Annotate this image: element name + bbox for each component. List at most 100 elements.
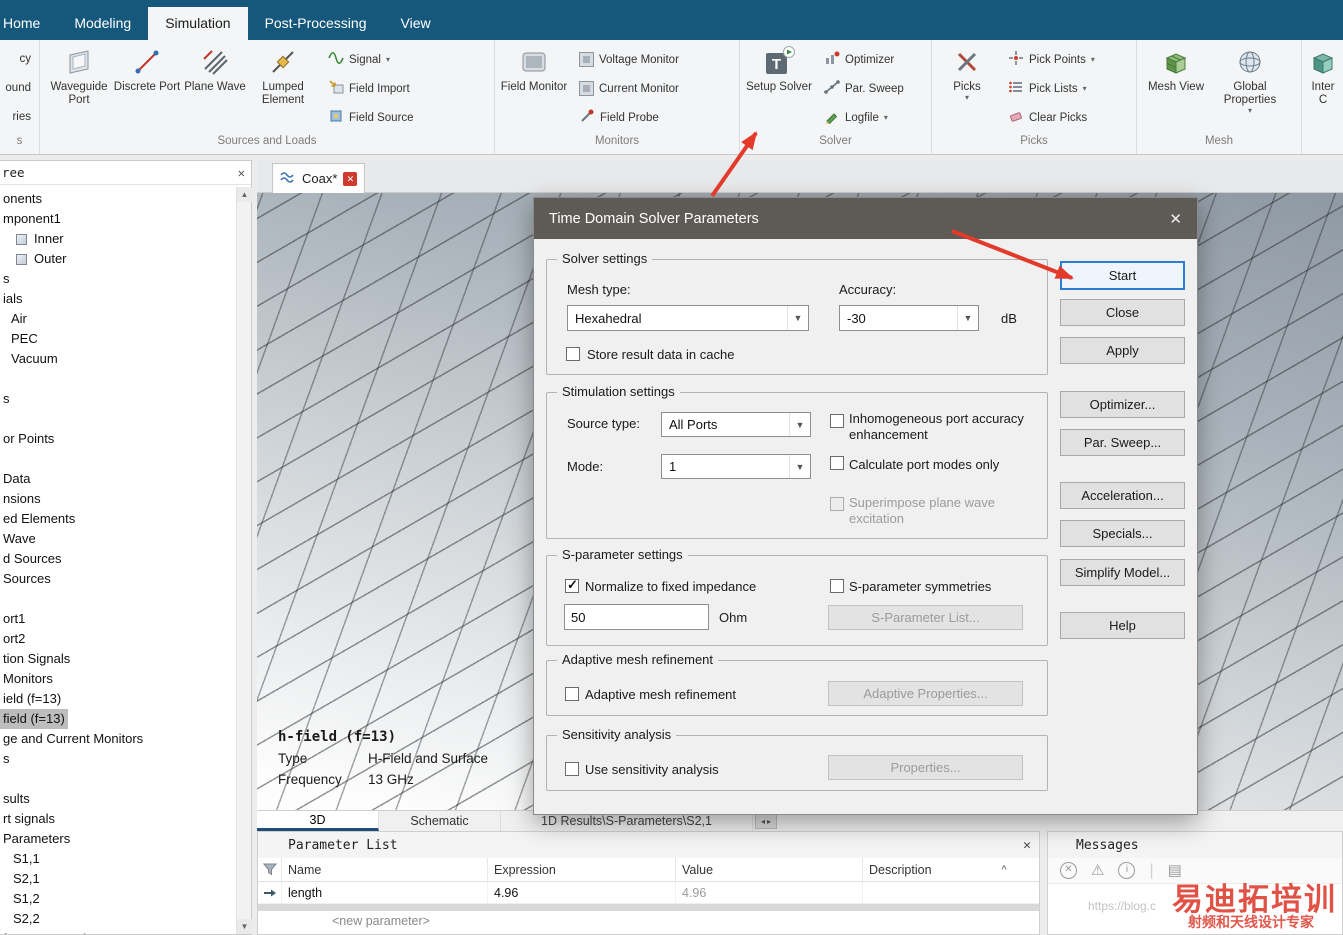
view-tab-3d[interactable]: 3D <box>257 811 379 831</box>
tab-scroll-button[interactable]: ◂ ▸ <box>755 813 777 829</box>
specials-button[interactable]: Specials... <box>1060 520 1185 547</box>
tree-scrollbar[interactable]: ▲ ▼ <box>236 187 252 934</box>
clipped-right-button[interactable]: Inter C <box>1307 42 1339 107</box>
tree-item[interactable]: ge and Current Monitors <box>0 729 236 749</box>
optimizer-button[interactable]: Optimizer <box>819 45 909 74</box>
tree-item[interactable]: ort1 <box>0 609 236 629</box>
tree-item[interactable]: mponent1 <box>0 209 236 229</box>
tree-item[interactable]: sults <box>0 789 236 809</box>
scroll-down-icon[interactable]: ▼ <box>237 919 252 934</box>
tab-modeling[interactable]: Modeling <box>57 7 148 40</box>
adaptive-mesh-checkbox[interactable] <box>565 687 579 701</box>
tree-item[interactable]: tion Signals <box>0 649 236 669</box>
column-header-expression[interactable]: Expression <box>488 858 676 881</box>
tree-item[interactable]: onents <box>0 189 236 209</box>
tab-home[interactable]: Home <box>0 7 57 40</box>
tree-item[interactable]: Monitors <box>0 669 236 689</box>
source-type-select[interactable]: All Ports ▼ <box>661 412 811 437</box>
clipped-boundaries-button[interactable]: ries <box>12 103 34 132</box>
lumped-element-button[interactable]: Lumped Element <box>249 42 317 107</box>
tree-item[interactable]: Data <box>0 469 236 489</box>
mesh-view-button[interactable]: Mesh View <box>1142 42 1210 94</box>
scroll-up-icon[interactable]: ▲ <box>237 187 252 202</box>
sparameter-symmetries-checkbox[interactable] <box>830 579 844 593</box>
accuracy-select[interactable]: -30 ▼ <box>839 305 979 331</box>
calculate-port-modes-label[interactable]: Calculate port modes only <box>849 457 999 472</box>
logfile-button[interactable]: Logfile ▾ <box>819 103 909 132</box>
plane-wave-button[interactable]: Plane Wave <box>181 42 249 94</box>
document-tab-coax[interactable]: Coax* ✕ <box>272 163 366 193</box>
column-header-name[interactable]: Name <box>282 858 488 881</box>
help-button[interactable]: Help <box>1060 612 1185 639</box>
inhomogeneous-checkbox[interactable] <box>830 414 844 428</box>
tab-simulation[interactable]: Simulation <box>148 7 248 40</box>
tab-view[interactable]: View <box>384 7 448 40</box>
voltage-monitor-button[interactable]: Voltage Monitor <box>574 45 684 74</box>
discrete-port-button[interactable]: Discrete Port <box>113 42 181 94</box>
adaptive-mesh-label[interactable]: Adaptive mesh refinement <box>585 687 736 702</box>
field-source-button[interactable]: Field Source <box>323 103 419 132</box>
normalize-impedance-checkbox[interactable] <box>565 577 579 593</box>
tree-item[interactable]: Inner <box>0 229 236 249</box>
optimizer-button-dialog[interactable]: Optimizer... <box>1060 391 1185 418</box>
tree-item[interactable]: S1,2 <box>0 889 236 909</box>
tree-item[interactable]: field (f=13) <box>0 709 236 729</box>
new-parameter-row[interactable]: <new parameter> <box>258 911 1039 931</box>
warning-icon[interactable]: ⚠ <box>1091 862 1104 879</box>
filter-icon[interactable] <box>258 858 282 881</box>
clear-picks-button[interactable]: Clear Picks <box>1003 103 1100 132</box>
store-cache-label[interactable]: Store result data in cache <box>587 347 734 362</box>
sensitivity-label[interactable]: Use sensitivity analysis <box>585 762 719 777</box>
tree-item[interactable]: Vacuum <box>0 349 236 369</box>
field-probe-button[interactable]: Field Probe <box>574 103 684 132</box>
pick-lists-button[interactable]: Pick Lists ▾ <box>1003 74 1100 103</box>
clipped-frequency-button[interactable]: cy <box>20 45 35 74</box>
store-cache-checkbox[interactable] <box>566 347 580 361</box>
tree-item[interactable]: S1,1 <box>0 849 236 869</box>
close-icon[interactable]: ✕ <box>238 166 245 180</box>
calculate-port-modes-checkbox[interactable] <box>830 456 844 470</box>
tree-item[interactable]: ed Elements <box>0 509 236 529</box>
field-monitor-button[interactable]: Field Monitor <box>500 42 568 94</box>
picks-button[interactable]: Picks ▾ <box>937 42 997 102</box>
pick-points-button[interactable]: Pick Points ▾ <box>1003 45 1100 74</box>
tree-item[interactable]: ield (f=13) <box>0 689 236 709</box>
tree-item[interactable]: nsions <box>0 489 236 509</box>
mesh-type-select[interactable]: Hexahedral ▼ <box>567 305 809 331</box>
tree-item[interactable]: ials <box>0 289 236 309</box>
tree-item[interactable]: s <box>0 749 236 769</box>
normalize-impedance-label[interactable]: Normalize to fixed impedance <box>585 579 756 594</box>
inhomogeneous-label[interactable]: Inhomogeneous port accuracy enhancement <box>849 411 1044 443</box>
par-sweep-button-dialog[interactable]: Par. Sweep... <box>1060 429 1185 456</box>
simplify-model-button[interactable]: Simplify Model... <box>1060 559 1185 586</box>
info-icon[interactable]: i <box>1118 862 1136 879</box>
tree-item[interactable]: Parameters <box>0 829 236 849</box>
apply-button[interactable]: Apply <box>1060 337 1185 364</box>
tree-item[interactable]: PEC <box>0 329 236 349</box>
tree-item[interactable]: Wave <box>0 529 236 549</box>
close-button[interactable]: Close <box>1060 299 1185 326</box>
impedance-input[interactable] <box>564 604 709 630</box>
tree-item[interactable]: or Points <box>0 429 236 449</box>
tree-item[interactable]: d Sources <box>0 549 236 569</box>
view-tab-schematic[interactable]: Schematic <box>379 811 501 831</box>
column-header-value[interactable]: Value <box>676 858 863 881</box>
clear-messages-icon[interactable]: ✕ <box>1060 862 1077 879</box>
dialog-title-bar[interactable]: Time Domain Solver Parameters ✕ <box>534 198 1197 239</box>
clipped-background-button[interactable]: ound <box>5 74 34 103</box>
tree-item[interactable]: rt signals <box>0 809 236 829</box>
par-sweep-button[interactable]: Par. Sweep <box>819 74 909 103</box>
tree-item[interactable]: ference Impedance <box>0 929 236 934</box>
tree-item[interactable]: Air <box>0 309 236 329</box>
global-properties-button[interactable]: Global Properties ▾ <box>1210 42 1290 115</box>
current-monitor-button[interactable]: Current Monitor <box>574 74 684 103</box>
sparameter-symmetries-label[interactable]: S-parameter symmetries <box>849 579 991 594</box>
tree-item[interactable]: s <box>0 269 236 289</box>
tree-item[interactable]: ort2 <box>0 629 236 649</box>
column-header-description[interactable]: Description ^ <box>863 858 1039 881</box>
tree-item[interactable]: S2,1 <box>0 869 236 889</box>
tree-item[interactable]: Sources <box>0 569 236 589</box>
acceleration-button[interactable]: Acceleration... <box>1060 482 1185 509</box>
tree-item[interactable]: S2,2 <box>0 909 236 929</box>
tab-post-processing[interactable]: Post-Processing <box>248 7 384 40</box>
